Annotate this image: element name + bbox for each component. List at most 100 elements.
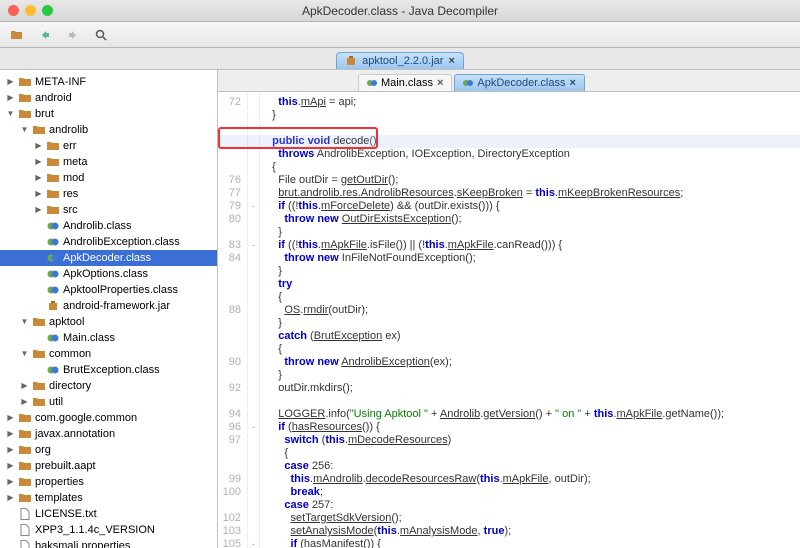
tree-node-label: util <box>49 395 63 409</box>
cls-icon <box>46 220 60 232</box>
tree-node[interactable]: ▶ util <box>0 394 217 410</box>
zoom-window-button[interactable] <box>42 5 53 16</box>
minimize-window-button[interactable] <box>25 5 36 16</box>
tree-node-label: err <box>63 139 76 153</box>
close-window-button[interactable] <box>8 5 19 16</box>
cls-icon <box>46 252 60 264</box>
source-line: if (hasResources()) { <box>266 421 724 434</box>
fold-toggle[interactable]: - <box>248 538 259 548</box>
tree-node[interactable]: baksmali.properties <box>0 538 217 548</box>
expand-arrow-icon[interactable]: ▶ <box>34 174 43 183</box>
tree-node[interactable]: ▶prebuilt.aapt <box>0 458 217 474</box>
tree-node[interactable]: XPP3_1.1.4c_VERSION <box>0 522 217 538</box>
expand-arrow-icon[interactable] <box>34 254 43 263</box>
tree-node[interactable]: ▶directory <box>0 378 217 394</box>
pkg-icon <box>18 492 32 504</box>
nav-back-button[interactable] <box>34 25 56 45</box>
tree-node[interactable]: ▼apktool <box>0 314 217 330</box>
package-explorer[interactable]: ▶ META-INF▶android▼brut▼androlib ▶ err ▶ meta… <box>0 70 218 548</box>
fold-toggle[interactable]: - <box>248 239 259 252</box>
expand-arrow-icon[interactable]: ▶ <box>34 158 43 167</box>
fold-toggle <box>248 135 259 148</box>
tree-node[interactable]: ▶ err <box>0 138 217 154</box>
expand-arrow-icon[interactable] <box>34 302 43 311</box>
tree-node[interactable]: Androlib.class <box>0 218 217 234</box>
tree-node[interactable]: ▶src <box>0 202 217 218</box>
expand-arrow-icon[interactable]: ▶ <box>6 494 15 503</box>
jar-tab[interactable]: apktool_2.2.0.jar × <box>336 52 464 69</box>
tree-node[interactable]: LICENSE.txt <box>0 506 217 522</box>
jar-tabstrip: apktool_2.2.0.jar × <box>0 48 800 70</box>
expand-arrow-icon[interactable] <box>34 334 43 343</box>
expand-arrow-icon[interactable]: ▶ <box>6 430 15 439</box>
pkg-icon <box>18 412 32 424</box>
tree-node[interactable]: ▶mod <box>0 170 217 186</box>
expand-arrow-icon[interactable]: ▶ <box>6 414 15 423</box>
tree-node[interactable]: ▶ meta <box>0 154 217 170</box>
open-file-button[interactable] <box>6 25 28 45</box>
tree-node[interactable]: ▶com.google.common <box>0 410 217 426</box>
tree-node[interactable]: ▶javax.annotation <box>0 426 217 442</box>
nav-forward-button[interactable] <box>62 25 84 45</box>
expand-arrow-icon[interactable]: ▶ <box>34 190 43 199</box>
expand-arrow-icon[interactable] <box>34 222 43 231</box>
tree-node-label: META-INF <box>35 75 86 89</box>
tree-node[interactable]: BrutException.class <box>0 362 217 378</box>
fold-toggle[interactable]: - <box>248 421 259 434</box>
source-line: { <box>266 447 724 460</box>
source-line <box>266 122 724 135</box>
tab-close-icon[interactable]: × <box>569 77 575 89</box>
source-editor[interactable]: 7276777980838488909294969799100102103105… <box>218 92 800 548</box>
fold-toggle <box>248 330 259 343</box>
search-button[interactable] <box>90 25 112 45</box>
tree-node[interactable]: ▶android <box>0 90 217 106</box>
expand-arrow-icon[interactable]: ▶ <box>20 398 29 407</box>
expand-arrow-icon[interactable]: ▶ <box>20 382 29 391</box>
tab-close-icon[interactable]: × <box>437 77 443 89</box>
expand-arrow-icon[interactable]: ▶ <box>34 206 43 215</box>
expand-arrow-icon[interactable] <box>34 286 43 295</box>
tree-node[interactable]: ApktoolProperties.class <box>0 282 217 298</box>
expand-arrow-icon[interactable] <box>34 366 43 375</box>
main-area: ▶ META-INF▶android▼brut▼androlib ▶ err ▶ meta… <box>0 70 800 548</box>
tree-node[interactable]: AndrolibException.class <box>0 234 217 250</box>
expand-arrow-icon[interactable]: ▶ <box>6 478 15 487</box>
expand-arrow-icon[interactable]: ▼ <box>20 350 29 359</box>
editor-tab[interactable]: ApkDecoder.class × <box>454 74 584 91</box>
expand-arrow-icon[interactable] <box>34 270 43 279</box>
tree-node[interactable]: ApkDecoder.class <box>0 250 217 266</box>
expand-arrow-icon[interactable] <box>34 238 43 247</box>
tree-node[interactable]: ▶templates <box>0 490 217 506</box>
source-line: throw new AndrolibException(ex); <box>266 356 724 369</box>
fold-toggle <box>248 447 259 460</box>
source-line: { <box>266 343 724 356</box>
expand-arrow-icon[interactable]: ▼ <box>20 318 29 327</box>
tree-node[interactable]: Main.class <box>0 330 217 346</box>
tree-node[interactable]: ApkOptions.class <box>0 266 217 282</box>
expand-arrow-icon[interactable] <box>6 542 15 548</box>
expand-arrow-icon[interactable]: ▶ <box>6 462 15 471</box>
tree-node[interactable]: ▼brut <box>0 106 217 122</box>
editor-tab-label: ApkDecoder.class <box>477 77 565 89</box>
tree-node[interactable]: ▼androlib <box>0 122 217 138</box>
tree-node-label: AndrolibException.class <box>63 235 180 249</box>
jar-tab-close-icon[interactable]: × <box>448 55 454 67</box>
tree-node-label: BrutException.class <box>63 363 160 377</box>
tree-node-label: meta <box>63 155 87 169</box>
tree-node[interactable]: ▶res <box>0 186 217 202</box>
expand-arrow-icon[interactable] <box>6 526 15 535</box>
expand-arrow-icon[interactable]: ▼ <box>20 126 29 135</box>
fold-toggle[interactable]: - <box>248 200 259 213</box>
tree-node[interactable]: ▶org <box>0 442 217 458</box>
tree-node[interactable]: ▶ META-INF <box>0 74 217 90</box>
expand-arrow-icon[interactable]: ▶ <box>6 78 15 87</box>
tree-node[interactable]: android-framework.jar <box>0 298 217 314</box>
expand-arrow-icon[interactable]: ▶ <box>6 94 15 103</box>
tree-node[interactable]: ▼common <box>0 346 217 362</box>
editor-tab[interactable]: Main.class× <box>358 74 452 91</box>
expand-arrow-icon[interactable] <box>6 510 15 519</box>
expand-arrow-icon[interactable]: ▼ <box>6 110 15 119</box>
expand-arrow-icon[interactable]: ▶ <box>6 446 15 455</box>
expand-arrow-icon[interactable]: ▶ <box>34 142 43 151</box>
tree-node[interactable]: ▶properties <box>0 474 217 490</box>
